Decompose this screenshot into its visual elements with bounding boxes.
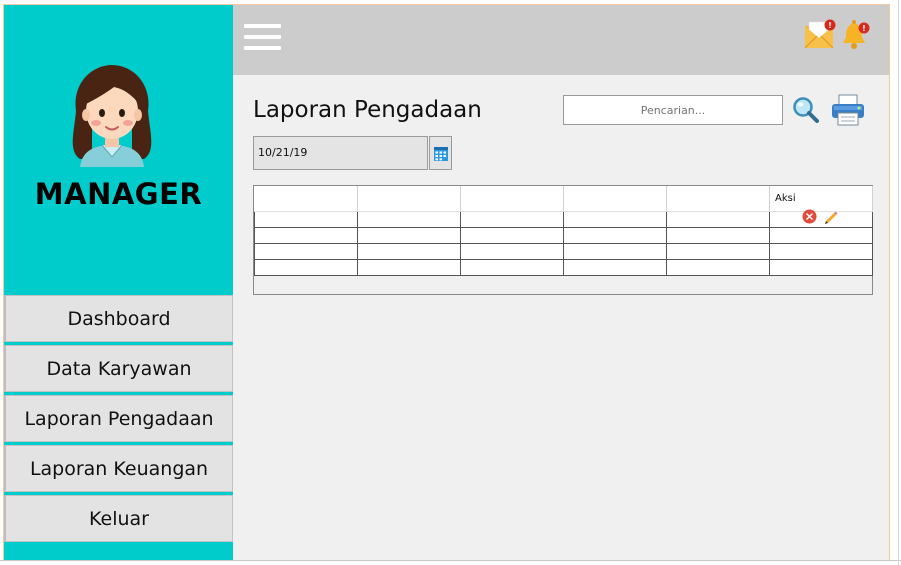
user-role-label: MANAGER (34, 177, 203, 211)
table-cell[interactable] (460, 226, 564, 244)
table-header-aksi[interactable]: Aksi (769, 186, 873, 212)
table-cell[interactable] (769, 258, 873, 276)
table-cell[interactable] (254, 258, 358, 276)
table-cell[interactable] (357, 226, 461, 244)
table-header-cell[interactable] (563, 186, 667, 212)
table-header-cell[interactable] (666, 186, 770, 212)
edit-icon[interactable] (823, 209, 838, 224)
table-cell[interactable] (460, 211, 564, 228)
table-cell[interactable] (666, 211, 770, 228)
table-header-row: Aksi (254, 186, 873, 212)
app-window: MANAGER Dashboard Data Karyawan Laporan … (3, 4, 890, 561)
table-cell[interactable] (666, 226, 770, 244)
sidebar-item-data-karyawan[interactable]: Data Karyawan (4, 345, 233, 392)
calendar-button[interactable] (429, 136, 452, 170)
search-icon[interactable] (792, 96, 820, 124)
table-cell[interactable] (563, 211, 667, 228)
table-cell[interactable] (769, 242, 873, 260)
table-cell[interactable] (357, 211, 461, 228)
mail-badge: ! (828, 21, 832, 30)
table-row[interactable] (254, 258, 873, 276)
table-cell[interactable] (357, 258, 461, 276)
procurement-report-table: Aksi (253, 185, 873, 295)
table-cell[interactable] (666, 242, 770, 260)
delete-icon[interactable] (802, 209, 817, 224)
table-header-cell[interactable] (357, 186, 461, 212)
table-cell[interactable] (357, 242, 461, 260)
sidebar-menu: Dashboard Data Karyawan Laporan Pengadaa… (4, 295, 233, 545)
table-cell-aksi (769, 209, 873, 228)
sidebar-item-dashboard[interactable]: Dashboard (4, 295, 233, 342)
table-cell[interactable] (769, 226, 873, 244)
table-row[interactable] (254, 226, 873, 244)
table-row[interactable] (254, 209, 873, 228)
table-header-cell[interactable] (254, 186, 358, 212)
table-cell[interactable] (254, 211, 358, 228)
sidebar-item-keluar[interactable]: Keluar (4, 495, 233, 542)
search-input[interactable] (563, 95, 783, 125)
sidebar-item-laporan-pengadaan[interactable]: Laporan Pengadaan (4, 395, 233, 442)
table-header-cell[interactable] (460, 186, 564, 212)
table-cell[interactable] (563, 258, 667, 276)
top-bar: ! ! (233, 5, 889, 75)
manager-avatar (72, 65, 152, 167)
sidebar-item-laporan-keuangan[interactable]: Laporan Keuangan (4, 445, 233, 492)
table-row[interactable] (254, 242, 873, 260)
row-actions (802, 209, 838, 224)
table-cell[interactable] (460, 258, 564, 276)
calendar-icon (434, 147, 448, 161)
table-cell[interactable] (460, 242, 564, 260)
hamburger-icon[interactable] (244, 24, 281, 51)
table-cell[interactable] (254, 242, 358, 260)
table-cell[interactable] (254, 226, 358, 244)
table-cell[interactable] (666, 258, 770, 276)
date-field[interactable]: 10/21/19 (253, 136, 428, 170)
sidebar: MANAGER Dashboard Data Karyawan Laporan … (4, 5, 233, 560)
bell-badge: ! (862, 24, 866, 33)
table-cell[interactable] (563, 242, 667, 260)
table-cell[interactable] (563, 226, 667, 244)
bell-icon[interactable]: ! (840, 19, 872, 51)
window-bottom-edge (0, 560, 901, 561)
mail-icon[interactable]: ! (804, 18, 838, 50)
page-title: Laporan Pengadaan (253, 97, 482, 123)
printer-icon[interactable] (830, 93, 866, 127)
window-right-edge (898, 0, 899, 565)
